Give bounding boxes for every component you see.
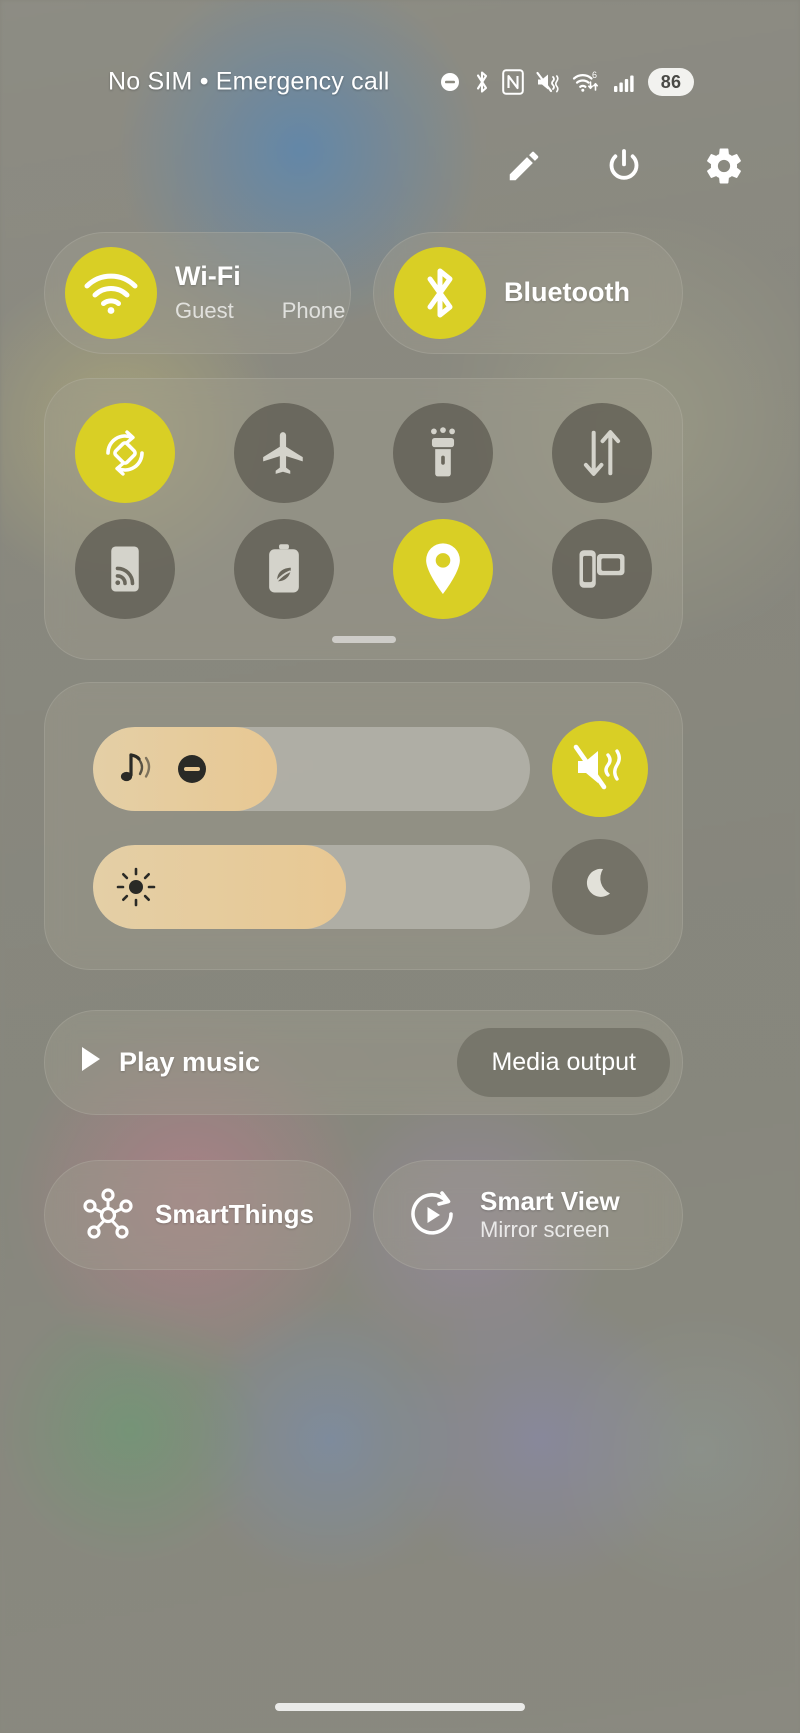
brightness-slider[interactable]	[93, 845, 530, 929]
location-pin-icon	[421, 542, 465, 596]
carrier-label: No SIM • Emergency call	[108, 67, 390, 96]
toggle-airplane-mode[interactable]	[233, 403, 334, 503]
dark-mode-button[interactable]	[552, 839, 648, 935]
quick-toggles-grid	[45, 403, 682, 635]
svg-text:6: 6	[592, 70, 597, 80]
play-icon	[79, 1045, 103, 1080]
home-indicator[interactable]	[275, 1703, 525, 1711]
volume-slider[interactable]	[93, 727, 530, 811]
tile-smartthings-title: SmartThings	[155, 1199, 314, 1230]
tile-wifi-title: Wi-Fi	[175, 261, 241, 292]
data-arrows-icon	[578, 428, 626, 478]
smartthings-hub-icon	[79, 1186, 137, 1244]
volume-slider-fill	[93, 727, 277, 811]
airplane-icon	[259, 428, 309, 478]
brightness-slider-icons	[115, 866, 157, 908]
panel-expand-handle[interactable]	[331, 636, 396, 643]
play-music-label: Play music	[119, 1047, 261, 1077]
tile-wifi[interactable]: Wi-Fi Guest Phone	[44, 232, 351, 354]
status-bar: No SIM • Emergency call 6 86	[0, 62, 800, 102]
brightness-slider-row	[93, 839, 648, 935]
mute-button[interactable]	[552, 721, 648, 817]
toggle-smart-view[interactable]	[552, 519, 653, 619]
wifi-icon[interactable]	[65, 247, 157, 339]
moon-icon	[577, 862, 623, 913]
toggle-flashlight[interactable]	[393, 403, 494, 503]
tile-smart-view-subtitle: Mirror screen	[480, 1216, 610, 1242]
brightness-slider-fill	[93, 845, 347, 929]
volume-slider-row	[93, 721, 648, 817]
screen-cast-icon	[577, 546, 627, 592]
wifi-6-icon: 6	[572, 69, 602, 95]
play-music-button[interactable]: Play music	[79, 1045, 260, 1080]
battery-leaf-icon	[262, 543, 306, 595]
media-output-button[interactable]: Media output	[457, 1028, 670, 1097]
tile-wifi-subtitle: Guest Phone	[175, 298, 345, 324]
tile-smart-view-title: Smart View	[480, 1186, 620, 1217]
toggle-nfc[interactable]	[74, 519, 175, 619]
tile-smartthings[interactable]: SmartThings	[44, 1160, 351, 1270]
sound-vibrate-off-icon	[535, 70, 561, 94]
music-note-icon	[115, 749, 159, 789]
tile-bluetooth-title: Bluetooth	[504, 277, 630, 308]
battery-indicator: 86	[648, 68, 694, 96]
quick-toggles-panel	[44, 378, 683, 660]
edit-button[interactable]	[494, 138, 554, 194]
auto-rotate-icon	[98, 426, 152, 480]
tile-bluetooth[interactable]: Bluetooth	[373, 232, 683, 354]
media-panel: Play music Media output	[44, 1010, 683, 1115]
flashlight-icon	[419, 427, 467, 479]
volume-mute-vibrate-icon	[572, 742, 628, 797]
volume-slider-icons	[115, 749, 209, 789]
settings-button[interactable]	[694, 138, 754, 194]
bluetooth-icon[interactable]	[394, 247, 486, 339]
bluetooth-icon	[473, 69, 491, 95]
do-not-disturb-icon	[175, 752, 209, 786]
status-icons: 6 86	[438, 68, 694, 96]
nfc-icon	[502, 69, 524, 95]
toggle-auto-rotate[interactable]	[74, 403, 175, 503]
panel-toolbar	[494, 138, 754, 194]
tile-wifi-subtitle-network: Guest	[175, 297, 234, 323]
brightness-sun-icon	[115, 866, 157, 908]
sliders-panel	[44, 682, 683, 970]
toggle-mobile-data[interactable]	[552, 403, 653, 503]
nfc-tag-icon	[102, 544, 148, 594]
smart-view-cast-icon	[402, 1185, 462, 1245]
quick-settings-panel: No SIM • Emergency call 6 86 Wi-Fi Guest…	[0, 0, 800, 1733]
toggle-power-saving[interactable]	[233, 519, 334, 619]
power-button[interactable]	[594, 138, 654, 194]
toggle-location[interactable]	[393, 519, 494, 619]
tile-smart-view[interactable]: Smart View Mirror screen	[373, 1160, 683, 1270]
tile-wifi-subtitle-extra: Phone	[281, 297, 346, 323]
do-not-disturb-icon	[438, 70, 462, 94]
cellular-signal-icon	[613, 70, 637, 94]
